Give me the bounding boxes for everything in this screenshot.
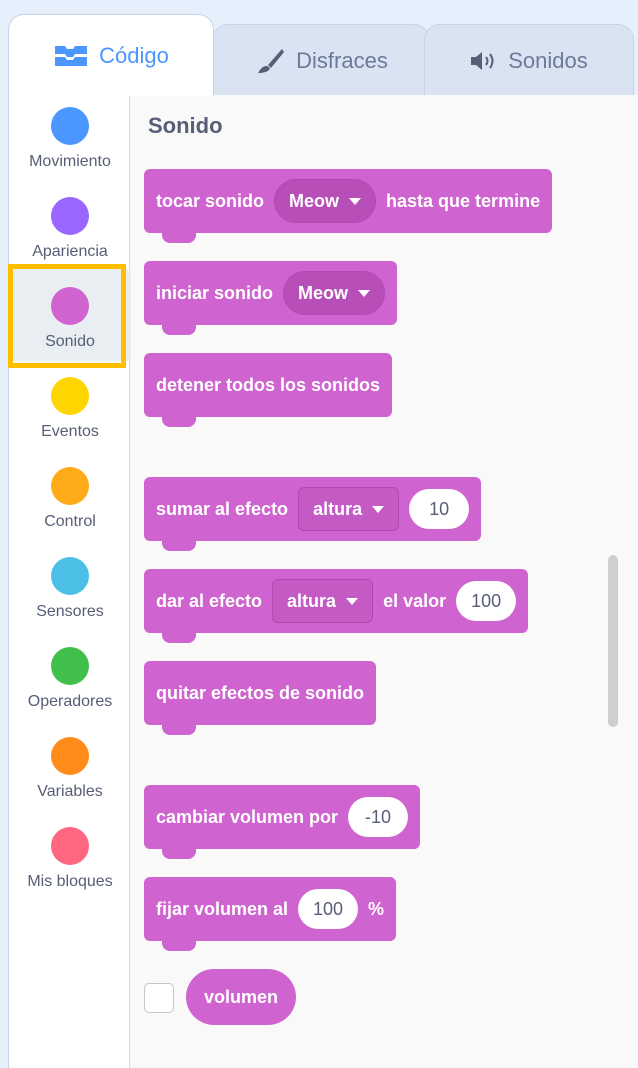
control-color-dot <box>51 467 89 505</box>
block-palette: Sonido tocar sonido Meow hasta que termi… <box>130 95 638 1068</box>
category-label: Mis bloques <box>27 873 113 890</box>
percent-label: % <box>368 898 385 919</box>
category-sensing[interactable]: Sensores <box>9 557 131 621</box>
volume-monitor-checkbox[interactable] <box>144 983 174 1013</box>
category-label: Sonido <box>45 333 95 350</box>
block-set-volume[interactable]: fijar volumen al 100 % <box>144 877 397 951</box>
block-change-volume[interactable]: cambiar volumen por -10 <box>144 785 421 859</box>
speaker-icon <box>470 51 498 71</box>
effect-amount-input[interactable]: 10 <box>409 489 470 529</box>
effect-value-input[interactable]: 100 <box>456 581 517 621</box>
block-start-sound[interactable]: iniciar sonido Meow <box>144 261 398 335</box>
code-blocks-icon <box>53 44 89 68</box>
chevron-down-icon <box>349 197 362 205</box>
block-play-sound-until-done[interactable]: tocar sonido Meow hasta que termine <box>144 169 553 243</box>
block-text: el valor <box>383 590 447 611</box>
tab-code[interactable]: Código <box>8 14 214 96</box>
category-operators[interactable]: Operadores <box>9 647 131 711</box>
dropdown-value: Meow <box>298 282 349 303</box>
looks-color-dot <box>51 197 89 235</box>
category-looks[interactable]: Apariencia <box>9 197 131 261</box>
category-label: Variables <box>37 783 103 800</box>
category-label: Operadores <box>27 693 113 710</box>
block-text: cambiar volumen por <box>156 806 339 827</box>
tab-sounds[interactable]: Sonidos <box>424 24 634 96</box>
block-text: fijar volumen al <box>156 898 289 919</box>
palette-section-title: Sonido <box>148 113 223 138</box>
category-my-blocks[interactable]: Mis bloques <box>9 827 131 891</box>
block-clear-sound-effects[interactable]: quitar efectos de sonido <box>144 661 377 735</box>
block-text: dar al efecto <box>156 590 263 611</box>
dropdown-value: altura <box>313 498 363 519</box>
operators-color-dot <box>51 647 89 685</box>
effect-dropdown[interactable]: altura <box>298 487 400 531</box>
block-text: quitar efectos de sonido <box>156 682 365 703</box>
category-events[interactable]: Eventos <box>9 377 131 441</box>
category-motion[interactable]: Movimiento <box>9 107 131 171</box>
sound-color-dot <box>51 287 89 325</box>
motion-color-dot <box>51 107 89 145</box>
category-label: Eventos <box>41 423 99 440</box>
my-blocks-color-dot <box>51 827 89 865</box>
reporter-volume[interactable]: volumen <box>186 969 297 1025</box>
category-menu: Movimiento Apariencia Sonido Eventos Con… <box>8 95 131 1068</box>
block-text: iniciar sonido <box>156 282 274 303</box>
events-color-dot <box>51 377 89 415</box>
chevron-down-icon <box>358 289 371 297</box>
sound-dropdown[interactable]: Meow <box>274 179 377 223</box>
paintbrush-icon <box>254 47 286 75</box>
block-set-effect[interactable]: dar al efecto altura el valor 100 <box>144 569 529 643</box>
tab-costumes[interactable]: Disfraces <box>212 24 430 96</box>
block-text: hasta que termine <box>386 190 541 211</box>
tab-code-label: Código <box>99 42 169 68</box>
dropdown-value: altura <box>287 590 337 611</box>
chevron-down-icon <box>346 597 359 605</box>
tab-costumes-label: Disfraces <box>296 47 388 73</box>
sensing-color-dot <box>51 557 89 595</box>
volume-set-input[interactable]: 100 <box>298 889 359 929</box>
reporter-text: volumen <box>204 986 279 1007</box>
chevron-down-icon <box>372 505 385 513</box>
tab-sounds-label: Sonidos <box>508 47 588 73</box>
block-change-effect[interactable]: sumar al efecto altura 10 <box>144 477 482 551</box>
block-text: tocar sonido <box>156 190 265 211</box>
category-sound[interactable]: Sonido <box>9 269 131 361</box>
volume-change-input[interactable]: -10 <box>348 797 409 837</box>
block-stop-all-sounds[interactable]: detener todos los sonidos <box>144 353 393 427</box>
dropdown-value: Meow <box>289 190 340 211</box>
category-label: Apariencia <box>32 243 108 260</box>
block-text: sumar al efecto <box>156 498 289 519</box>
category-control[interactable]: Control <box>9 467 131 531</box>
variables-color-dot <box>51 737 89 775</box>
scratch-editor: Disfraces Sonidos Código Movimiento Apar… <box>0 0 638 1068</box>
effect-dropdown[interactable]: altura <box>272 579 374 623</box>
block-text: detener todos los sonidos <box>156 374 381 395</box>
category-label: Control <box>44 513 96 530</box>
category-variables[interactable]: Variables <box>9 737 131 801</box>
category-label: Movimiento <box>29 153 111 170</box>
category-label: Sensores <box>36 603 104 620</box>
palette-scrollbar[interactable] <box>608 555 618 727</box>
sound-dropdown[interactable]: Meow <box>283 271 386 315</box>
